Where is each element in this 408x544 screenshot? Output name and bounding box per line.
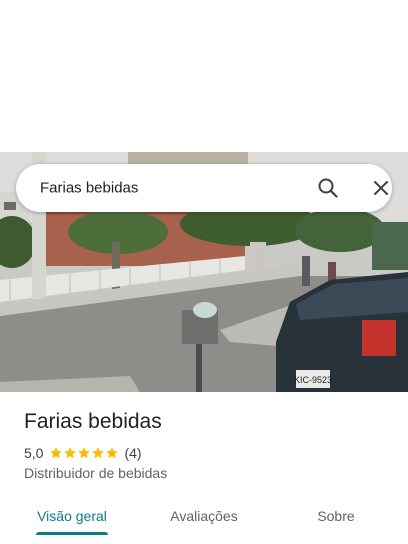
- search-icon[interactable]: [316, 176, 340, 200]
- place-title: Farias bebidas: [24, 410, 162, 433]
- place-category: Distribuidor de bebidas: [24, 465, 168, 481]
- rating-value: 5,0: [24, 445, 44, 461]
- car-plate-text: KIC-9523: [294, 375, 332, 385]
- place-info-panel: Farias bebidas 5,0 (4) Distribuidor de b…: [0, 392, 408, 544]
- tab-about[interactable]: Sobre: [280, 496, 392, 536]
- tab-reviews[interactable]: Avaliações: [148, 496, 260, 536]
- tab-overview[interactable]: Visão geral: [16, 496, 128, 536]
- close-icon[interactable]: [369, 176, 393, 200]
- blank-top-area: [0, 0, 408, 152]
- rating-row[interactable]: 5,0 (4): [24, 445, 142, 461]
- active-tab-indicator: [36, 532, 108, 535]
- star-rating: [49, 446, 119, 460]
- place-tabs: Visão geral Avaliações Sobre: [0, 496, 408, 536]
- star-icon: [92, 447, 105, 459]
- star-icon: [64, 447, 77, 459]
- search-bar[interactable]: Farias bebidas: [16, 164, 392, 212]
- star-icon: [106, 447, 119, 459]
- star-icon: [78, 447, 91, 459]
- search-input[interactable]: Farias bebidas: [40, 180, 138, 197]
- review-count[interactable]: (4): [124, 445, 141, 461]
- star-icon: [50, 447, 63, 459]
